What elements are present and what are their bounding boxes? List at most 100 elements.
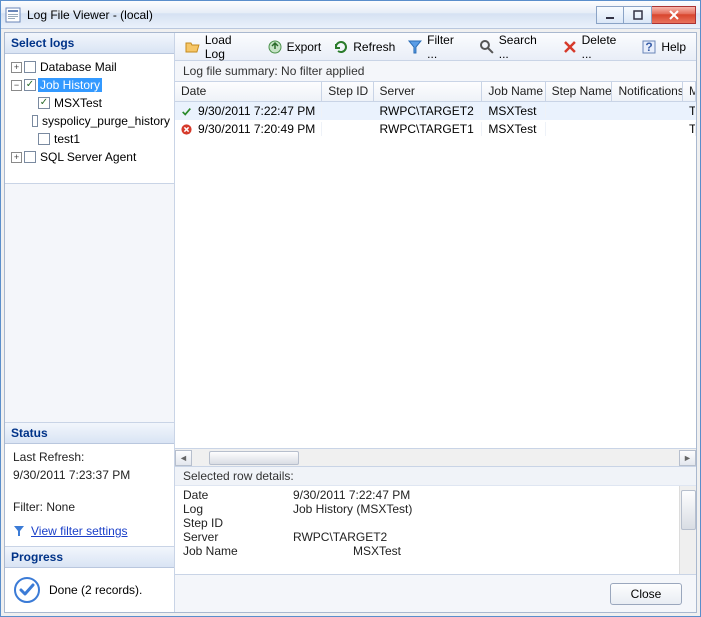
progress-body: Done (2 records). [5, 568, 174, 612]
toolbar-label: Filter ... [427, 33, 467, 61]
toolbar-label: Search ... [499, 33, 550, 61]
tree-node-syspolicy[interactable]: syspolicy_purge_history [7, 112, 172, 130]
help-icon: ? [641, 39, 657, 55]
filter-icon [13, 525, 25, 537]
grid-body[interactable]: 9/30/2011 7:22:47 PM RWPC\TARGET2 MSXTes… [175, 102, 696, 448]
tree-node-test1[interactable]: test1 [7, 130, 172, 148]
vertical-scrollbar[interactable] [679, 486, 696, 574]
table-row[interactable]: 9/30/2011 7:22:47 PM RWPC\TARGET2 MSXTes… [175, 102, 696, 120]
expand-icon[interactable]: + [11, 62, 22, 73]
toolbar-label: Export [287, 40, 322, 54]
tree-label: SQL Server Agent [38, 150, 138, 164]
filter-link-label: View filter settings [31, 524, 128, 538]
filter-icon [407, 39, 423, 55]
col-step-id[interactable]: Step ID [322, 82, 373, 101]
detail-row: LogJob History (MSXTest) [183, 502, 688, 516]
tree-node-database-mail[interactable]: + Database Mail [7, 58, 172, 76]
collapse-icon[interactable]: − [11, 80, 22, 91]
minimize-button[interactable] [596, 6, 624, 24]
status-header: Status [5, 423, 174, 444]
refresh-button[interactable]: Refresh [329, 37, 399, 57]
logs-tree[interactable]: + Database Mail − ✓ Job History ✓ MSXTes… [5, 54, 174, 184]
checkbox[interactable] [32, 115, 38, 127]
tree-label: test1 [52, 132, 82, 146]
help-button[interactable]: ? Help [637, 37, 690, 57]
cell-server: RWPC\TARGET2 [374, 104, 483, 118]
tree-node-msxtest[interactable]: ✓ MSXTest [7, 94, 172, 112]
col-notifications[interactable]: Notifications [612, 82, 683, 101]
col-step-name[interactable]: Step Name [546, 82, 613, 101]
details-header: Selected row details: [175, 467, 696, 486]
load-log-button[interactable]: Load Log [181, 31, 259, 63]
details-body[interactable]: Date9/30/2011 7:22:47 PM LogJob History … [175, 486, 696, 574]
expand-icon[interactable]: + [11, 152, 22, 163]
grid-header[interactable]: Date Step ID Server Job Name Step Name N… [175, 82, 696, 102]
col-job-name[interactable]: Job Name [482, 82, 545, 101]
progress-header: Progress [5, 547, 174, 568]
col-m[interactable]: M [683, 82, 696, 101]
last-refresh-label: Last Refresh: [13, 450, 166, 464]
grid: Date Step ID Server Job Name Step Name N… [175, 82, 696, 466]
toolbar-label: Load Log [205, 33, 255, 61]
checkbox[interactable] [24, 61, 36, 73]
toolbar-label: Delete ... [582, 33, 630, 61]
spacer-icon [25, 134, 36, 145]
log-summary: Log file summary: No filter applied [175, 61, 696, 82]
left-panel: Select logs + Database Mail − ✓ Job Hist… [5, 33, 175, 612]
search-button[interactable]: Search ... [475, 31, 554, 63]
detail-value: RWPC\TARGET2 [293, 530, 387, 544]
checkbox[interactable] [24, 151, 36, 163]
tree-node-job-history[interactable]: − ✓ Job History [7, 76, 172, 94]
detail-value: Job History (MSXTest) [293, 502, 412, 516]
title-bar[interactable]: Log File Viewer - (local) [1, 1, 700, 29]
toolbar: Load Log Export Refresh Filter ... Searc… [175, 33, 696, 61]
export-button[interactable]: Export [263, 37, 326, 57]
col-server[interactable]: Server [374, 82, 483, 101]
detail-value: 9/30/2011 7:22:47 PM [293, 488, 410, 502]
detail-row: Job NameMSXTest [183, 544, 688, 558]
filter-button[interactable]: Filter ... [403, 31, 471, 63]
spacer-icon [25, 116, 30, 127]
main-body: Select logs + Database Mail − ✓ Job Hist… [4, 32, 697, 613]
scroll-thumb[interactable] [681, 490, 696, 530]
detail-value: MSXTest [293, 544, 401, 558]
maximize-button[interactable] [624, 6, 652, 24]
close-window-button[interactable] [652, 6, 696, 24]
last-refresh-value: 9/30/2011 7:23:37 PM [13, 468, 166, 482]
tree-label: Database Mail [38, 60, 119, 74]
detail-key: Job Name [183, 544, 293, 558]
checkbox[interactable] [38, 133, 50, 145]
scroll-thumb[interactable] [209, 451, 299, 465]
status-body: Last Refresh: 9/30/2011 7:23:37 PM Filte… [5, 444, 174, 546]
success-icon [181, 105, 192, 118]
window-title: Log File Viewer - (local) [27, 8, 596, 22]
cell-server: RWPC\TARGET1 [374, 122, 483, 136]
folder-open-icon [185, 39, 201, 55]
col-date[interactable]: Date [175, 82, 322, 101]
cell-date: 9/30/2011 7:20:49 PM [198, 122, 315, 136]
close-button[interactable]: Close [610, 583, 682, 605]
error-icon [181, 123, 192, 136]
tree-label: Job History [38, 78, 102, 92]
checkbox[interactable]: ✓ [38, 97, 50, 109]
delete-button[interactable]: Delete ... [558, 31, 634, 63]
select-logs-header: Select logs [5, 33, 174, 54]
tree-label: syspolicy_purge_history [40, 114, 172, 128]
checkbox[interactable]: ✓ [24, 79, 36, 91]
detail-key: Server [183, 530, 293, 544]
tree-node-sql-agent[interactable]: + SQL Server Agent [7, 148, 172, 166]
progress-section: Progress Done (2 records). [5, 546, 174, 612]
table-row[interactable]: 9/30/2011 7:20:49 PM RWPC\TARGET1 MSXTes… [175, 120, 696, 138]
app-icon [5, 7, 21, 23]
progress-text: Done (2 records). [49, 583, 142, 597]
window-buttons [596, 6, 696, 24]
scroll-right-arrow[interactable]: ► [679, 450, 696, 466]
view-filter-settings-link[interactable]: View filter settings [13, 524, 128, 538]
export-icon [267, 39, 283, 55]
tree-label: MSXTest [52, 96, 104, 110]
refresh-icon [333, 39, 349, 55]
horizontal-scrollbar[interactable]: ◄ ► [175, 448, 696, 466]
detail-key: Step ID [183, 516, 293, 530]
status-section: Status Last Refresh: 9/30/2011 7:23:37 P… [5, 422, 174, 546]
scroll-left-arrow[interactable]: ◄ [175, 450, 192, 466]
